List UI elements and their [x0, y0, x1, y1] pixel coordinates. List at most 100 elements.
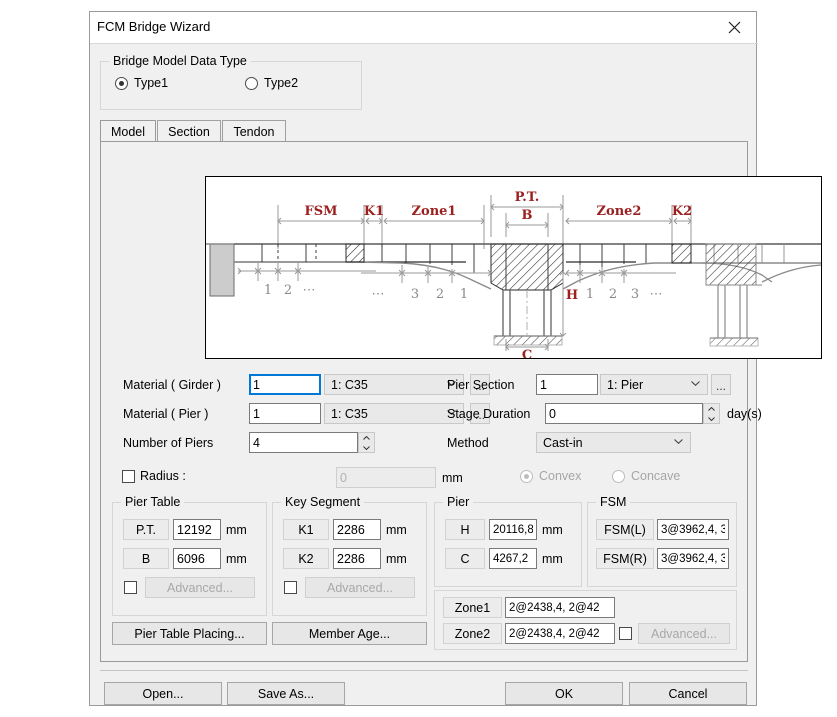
material-pier-select[interactable]: 1: C35 — [324, 403, 464, 424]
bridge-model-data-type-legend: Bridge Model Data Type — [109, 54, 251, 68]
pier-section-browse-label: ... — [716, 379, 726, 393]
method-select[interactable]: Cast-in — [536, 432, 691, 453]
zone-row-1-name: Zone2 — [443, 623, 502, 644]
zones-group: Zone1 Zone2 Advanced... — [434, 590, 737, 650]
material-girder-label: Material ( Girder ) — [123, 378, 221, 392]
pier-row-0-input[interactable] — [489, 519, 537, 540]
radio-concave-dot — [612, 470, 625, 483]
stage-duration-spinner-down[interactable] — [704, 414, 719, 423]
radio-concave[interactable]: Concave — [612, 469, 680, 483]
diagram-label-fsm: FSM — [304, 204, 337, 219]
material-girder-input[interactable] — [249, 374, 321, 395]
diagram-label-h: H — [566, 288, 578, 303]
pier-section-label: Pier Section — [447, 378, 514, 392]
radius-input — [336, 467, 436, 488]
tab-section-label: Section — [168, 125, 210, 139]
stage-duration-spinner[interactable] — [703, 403, 720, 424]
pier-section-select[interactable]: 1: Pier — [600, 374, 708, 395]
stage-duration-spinner-up[interactable] — [704, 404, 719, 413]
fsm-row-0-input[interactable] — [657, 519, 729, 540]
material-pier-input[interactable] — [249, 403, 321, 424]
diagram-label-zone2: Zone2 — [597, 204, 642, 219]
radius-checkbox-row[interactable]: Radius : — [122, 469, 186, 483]
number-of-piers-label: Number of Piers — [123, 436, 213, 450]
pier-legend: Pier — [443, 495, 473, 509]
bridge-diagram-svg: FSM K1 Zone1 P.T. B Zone2 K2 H C 12⋯ ⋯32… — [206, 177, 821, 358]
zones-advanced-checkbox[interactable] — [619, 627, 632, 640]
zone-row-0-name: Zone1 — [443, 597, 502, 618]
title-bar: FCM Bridge Wizard — [90, 12, 756, 43]
diagram-label-zone1: Zone1 — [412, 204, 457, 219]
pier-table-placing-label: Pier Table Placing... — [134, 627, 244, 641]
key-segment-row-0-unit: mm — [386, 523, 407, 537]
svg-text:⋯: ⋯ — [303, 283, 316, 298]
tab-strip: Model Section Tendon — [100, 120, 651, 142]
tab-model-label: Model — [111, 125, 145, 139]
zone-row-1-input[interactable] — [505, 623, 615, 644]
svg-text:3: 3 — [631, 287, 639, 302]
svg-text:2: 2 — [436, 287, 444, 302]
tab-model[interactable]: Model — [100, 120, 156, 142]
open-button[interactable]: Open... — [104, 682, 222, 705]
key-segment-group: Key Segment K1 mm K2 mm Advanced... — [272, 502, 427, 616]
pier-table-advanced-checkbox[interactable] — [124, 581, 137, 594]
fsm-row-0-name: FSM(L) — [596, 519, 654, 540]
bridge-diagram: FSM K1 Zone1 P.T. B Zone2 K2 H C 12⋯ ⋯32… — [205, 176, 822, 359]
tab-tendon-label: Tendon — [233, 125, 274, 139]
pier-table-advanced-label: Advanced... — [167, 581, 233, 595]
pier-row-1-input[interactable] — [489, 548, 537, 569]
pier-table-group: Pier Table P.T. mm B mm Advanced... — [112, 502, 267, 616]
fsm-group: FSM FSM(L) FSM(R) — [587, 502, 737, 587]
svg-text:2: 2 — [609, 287, 617, 302]
pier-table-legend: Pier Table — [121, 495, 184, 509]
pier-group: Pier H mm C mm — [434, 502, 582, 587]
radio-type1[interactable]: Type1 — [115, 76, 168, 90]
material-girder-select[interactable]: 1: C35 — [324, 374, 464, 395]
radio-type2-dot — [245, 77, 258, 90]
stage-duration-unit: day(s) — [727, 407, 762, 421]
radius-checkbox[interactable] — [122, 470, 135, 483]
stage-duration-input[interactable] — [545, 403, 703, 424]
pier-section-select-value: 1: Pier — [607, 378, 643, 392]
radio-type2-label: Type2 — [264, 76, 298, 90]
fsm-row-1-input[interactable] — [657, 548, 729, 569]
pier-table-placing-button[interactable]: Pier Table Placing... — [112, 622, 267, 645]
key-segment-advanced-checkbox[interactable] — [284, 581, 297, 594]
key-segment-row-1-input[interactable] — [333, 548, 381, 569]
pier-table-advanced-button[interactable]: Advanced... — [145, 577, 255, 598]
zones-advanced-button[interactable]: Advanced... — [638, 623, 730, 644]
diagram-label-c: C — [522, 348, 532, 358]
tab-section[interactable]: Section — [157, 120, 221, 142]
number-of-piers-spinner[interactable] — [358, 432, 375, 453]
method-select-value: Cast-in — [543, 436, 583, 450]
ok-label: OK — [555, 687, 573, 701]
title-divider — [90, 43, 758, 44]
tab-tendon[interactable]: Tendon — [222, 120, 286, 142]
key-segment-advanced-button[interactable]: Advanced... — [305, 577, 415, 598]
close-icon[interactable] — [712, 12, 756, 42]
zone-row-0-input[interactable] — [505, 597, 615, 618]
key-segment-row-1-name: K2 — [283, 548, 329, 569]
pier-row-0-name: H — [445, 519, 485, 540]
diagram-label-k2: K2 — [672, 204, 692, 219]
save-as-button[interactable]: Save As... — [227, 682, 345, 705]
cancel-button[interactable]: Cancel — [629, 682, 747, 705]
pier-section-input[interactable] — [536, 374, 598, 395]
ok-button[interactable]: OK — [505, 682, 623, 705]
radio-convex[interactable]: Convex — [520, 469, 581, 483]
number-of-piers-spinner-up[interactable] — [359, 433, 374, 442]
member-age-label: Member Age... — [309, 627, 390, 641]
pier-table-row-1-name: B — [123, 548, 169, 569]
pier-table-row-1-input[interactable] — [173, 548, 221, 569]
member-age-button[interactable]: Member Age... — [272, 622, 427, 645]
diagram-label-b: B — [522, 208, 533, 223]
pier-table-row-0-input[interactable] — [173, 519, 221, 540]
diagram-label-k1: K1 — [364, 204, 384, 219]
chevron-down-icon — [691, 381, 700, 386]
radio-type2[interactable]: Type2 — [245, 76, 298, 90]
svg-text:1: 1 — [586, 287, 594, 302]
pier-section-browse-button[interactable]: ... — [711, 374, 731, 395]
key-segment-row-0-input[interactable] — [333, 519, 381, 540]
number-of-piers-spinner-down[interactable] — [359, 443, 374, 452]
number-of-piers-input[interactable] — [249, 432, 358, 453]
